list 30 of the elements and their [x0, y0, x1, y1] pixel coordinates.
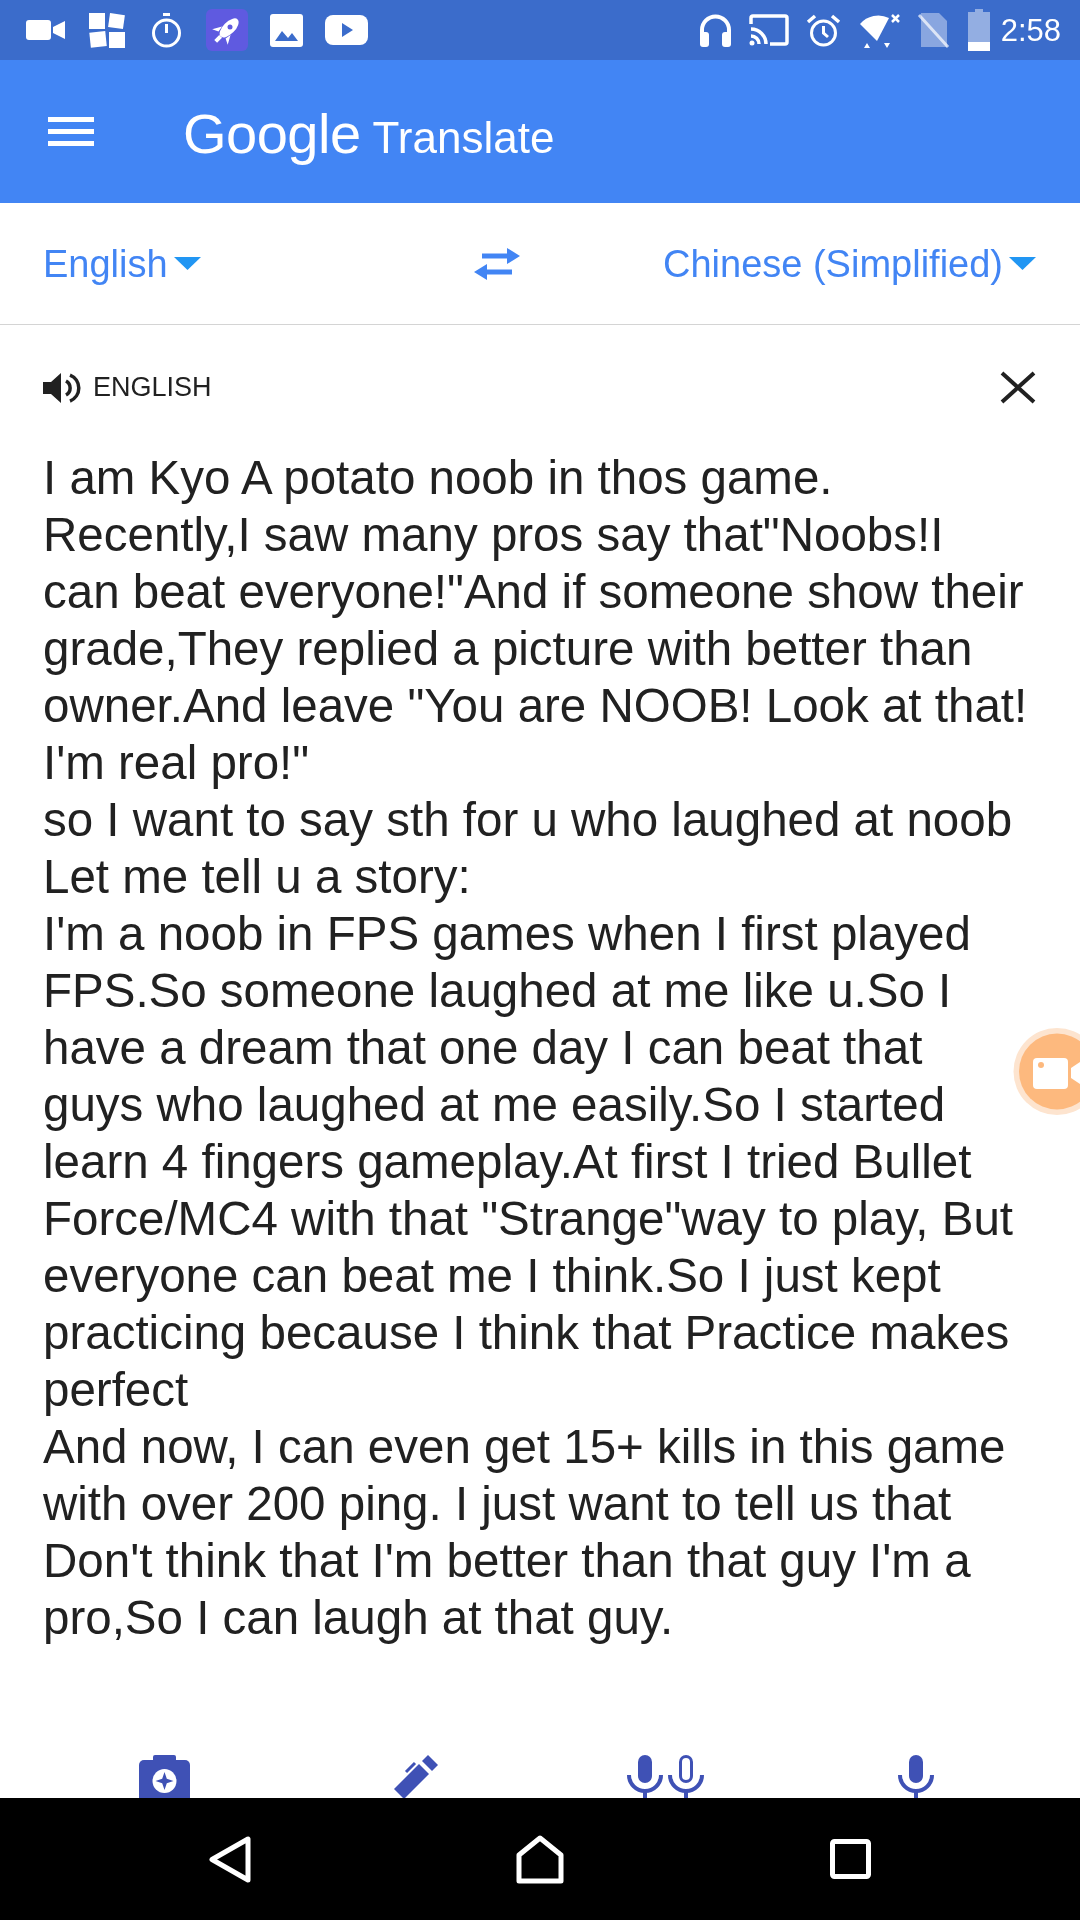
wifi-icon [857, 12, 900, 48]
close-icon[interactable] [1000, 371, 1036, 404]
microphone-icon[interactable] [897, 1755, 934, 1798]
speaker-icon[interactable] [43, 371, 81, 404]
target-language-button[interactable]: Chinese (Simplified) [663, 244, 1036, 283]
source-language-label: ENGLISH [93, 374, 212, 401]
caret-icon [1009, 257, 1036, 270]
app-title: Translate [372, 115, 555, 160]
image-icon [270, 13, 303, 47]
play-icon [325, 15, 368, 45]
back-icon[interactable] [209, 1835, 251, 1883]
stopwatch-icon [149, 12, 184, 48]
video-camera-icon [26, 18, 65, 42]
caret-icon [173, 257, 201, 270]
camera-icon[interactable] [138, 1755, 190, 1798]
rocket-icon[interactable] [206, 9, 248, 51]
cast-icon [748, 14, 789, 46]
menu-icon[interactable] [48, 117, 94, 146]
recent-apps-icon[interactable] [829, 1839, 871, 1879]
alarm-clock-icon [805, 12, 841, 48]
two-microphones-icon[interactable] [626, 1755, 704, 1798]
headphones-icon [698, 13, 732, 47]
swap-icon[interactable] [474, 245, 520, 282]
no-sim-icon [916, 11, 950, 49]
source-text-field[interactable]: I am Kyo A potato noob in thos game. Recently,I saw many pros say that"Noobs!I can beat everyone!"And if someone show their grade,They replied a picture with better than owner.And leave "You are NOOB! Look at that! I'm real pro!" so I want to say sth for u who laughed at noob Let me tell u a story: I'm a noob in FPS games when I first played FPS.So someone laughed at me like u.So I have a dream that one day I can beat that guys who laughed at me easily.So I started learn 4 fingers gameplay.At first I tried Bullet Force/MC4 with that "Strange"way to play, But everyone can beat me I think.So I just kept practicing because I think that Practice makes perfect And now, I can even get 15+ kills in this game with over 200 ping. I just want to tell us that Don't think that I'm better than that guy I'm a pro,So I can laugh at that guy. [43, 449, 1029, 1646]
source-language-button[interactable]: English [43, 244, 201, 283]
tiles-icon [87, 10, 127, 50]
status-time: 2:58 [1000, 14, 1061, 46]
battery-icon [966, 9, 991, 51]
home-icon[interactable] [516, 1834, 564, 1884]
